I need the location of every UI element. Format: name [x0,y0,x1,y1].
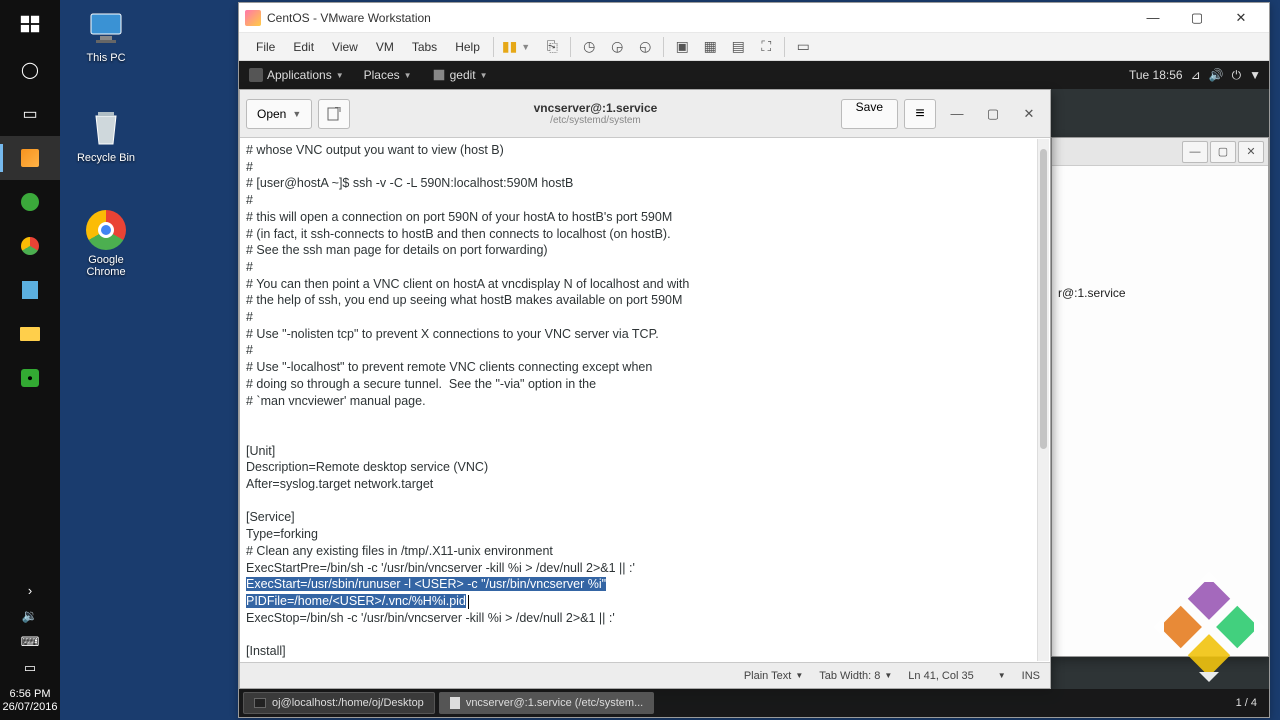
task-explorer[interactable] [0,312,60,356]
tray-action-icon[interactable]: ▭ [24,660,36,676]
gedit-headerbar[interactable]: Open▼ vncserver@:1.service /etc/systemd/… [240,90,1050,138]
gedit-maximize[interactable]: ▢ [978,99,1008,129]
hamburger-menu[interactable]: ≡ [904,99,936,129]
terminal-close[interactable]: ✕ [1238,141,1264,163]
fit-window-icon[interactable]: ▦ [700,37,720,57]
scrollbar-thumb[interactable] [1040,149,1047,449]
vmware-menubar: File Edit View VM Tabs Help ▮▮▼ ⎘ ◷ ◶ ◵ … [239,33,1269,61]
task-camtasia[interactable]: ⏺ [0,356,60,400]
desktop-chrome[interactable]: Google Chrome [68,210,144,278]
gedit-statusbar: Plain Text▼ Tab Width: 8▼ Ln 41, Col 35▼… [240,662,1050,688]
save-button[interactable]: Save [841,99,898,129]
active-app-menu[interactable]: gedit▼ [422,61,498,89]
scrollbar-vertical[interactable] [1037,139,1049,661]
start-button[interactable] [0,0,60,48]
gedit-title: vncserver@:1.service /etc/systemd/system [356,101,834,126]
console-icon[interactable]: ▭ [793,37,813,57]
minimize-button[interactable]: — [1131,4,1175,32]
menu-view[interactable]: View [323,36,367,58]
taskbar-terminal[interactable]: oj@localhost:/home/oj/Desktop [243,692,435,714]
editor-textarea[interactable]: # whose VNC output you want to view (hos… [240,138,1050,662]
tray-clock[interactable]: 6:56 PM 26/07/2016 [2,688,57,714]
unity-icon[interactable]: ▤ [728,37,748,57]
task-notepad[interactable] [0,268,60,312]
status-insert: INS [1022,670,1040,682]
menu-vm[interactable]: VM [367,36,403,58]
places-menu[interactable]: Places▼ [354,61,422,89]
volume-icon[interactable]: 🔊 [1209,68,1224,82]
new-tab-button[interactable] [318,99,350,129]
gedit-window: Open▼ vncserver@:1.service /etc/systemd/… [239,89,1051,689]
snapshot-icon[interactable]: ⎘ [542,37,562,57]
terminal-maximize[interactable]: ▢ [1210,141,1236,163]
network-icon[interactable]: ⊿ [1191,68,1201,82]
close-button[interactable]: ✕ [1219,4,1263,32]
applications-menu[interactable]: Applications▼ [239,61,354,89]
snap-manage-icon[interactable]: ◵ [635,37,655,57]
snap-revert-icon[interactable]: ◶ [607,37,627,57]
task-chrome[interactable] [0,224,60,268]
task-vmware[interactable] [0,136,60,180]
tray-volume-icon[interactable]: 🔉 [22,608,38,624]
task-utorrent[interactable] [0,180,60,224]
maximize-button[interactable]: ▢ [1175,4,1219,32]
menu-edit[interactable]: Edit [284,36,323,58]
gedit-minimize[interactable]: — [942,99,972,129]
power-dropdown[interactable]: ▼ [521,42,530,52]
tray-expand-icon[interactable]: › [28,583,32,598]
status-tabwidth[interactable]: Tab Width: 8▼ [819,670,892,682]
tray-keyboard-icon[interactable]: ⌨ [21,634,40,650]
fit-guest-icon[interactable]: ▣ [672,37,692,57]
vmware-titlebar[interactable]: CentOS - VMware Workstation — ▢ ✕ [239,3,1269,33]
windows-taskbar: ◯ ▭ ⏺ › 🔉 ⌨ ▭ 6:56 PM 26/07/2016 [0,0,60,720]
snap-take-icon[interactable]: ◷ [579,37,599,57]
vmware-icon [245,10,261,26]
fullscreen-icon[interactable]: ⛶ [756,37,776,57]
vmware-title-text: CentOS - VMware Workstation [267,11,431,25]
menu-file[interactable]: File [247,36,284,58]
taskbar-gedit[interactable]: vncserver@:1.service (/etc/system... [439,692,654,714]
desktop-recycle-bin[interactable]: Recycle Bin [68,108,144,164]
power-button[interactable]: ▮▮ [502,38,517,55]
gnome-bottombar: oj@localhost:/home/oj/Desktop vncserver@… [239,689,1269,717]
power-icon[interactable]: ⏻ [1232,68,1242,83]
terminal-minimize[interactable]: — [1182,141,1208,163]
workspace-pager[interactable]: 1 / 4 [1228,697,1265,709]
task-taskview[interactable]: ▭ [0,92,60,136]
centos-logo [1129,567,1269,687]
vmware-window: CentOS - VMware Workstation — ▢ ✕ File E… [238,2,1270,718]
guest-display: Applications▼ Places▼ gedit▼ Tue 18:56 ⊿… [239,61,1269,717]
open-button[interactable]: Open▼ [246,99,312,129]
gedit-close[interactable]: ✕ [1014,99,1044,129]
gnome-topbar: Applications▼ Places▼ gedit▼ Tue 18:56 ⊿… [239,61,1269,89]
status-position[interactable]: Ln 41, Col 35▼ [908,670,1005,682]
gnome-clock[interactable]: Tue 18:56 [1129,68,1183,82]
menu-help[interactable]: Help [446,36,489,58]
task-search[interactable]: ◯ [0,48,60,92]
terminal-body: r@:1.service [1052,166,1268,420]
status-language[interactable]: Plain Text▼ [744,670,803,682]
desktop-this-pc[interactable]: This PC [68,8,144,64]
system-tray: › 🔉 ⌨ ▭ 6:56 PM 26/07/2016 [0,583,60,720]
menu-tabs[interactable]: Tabs [403,36,446,58]
